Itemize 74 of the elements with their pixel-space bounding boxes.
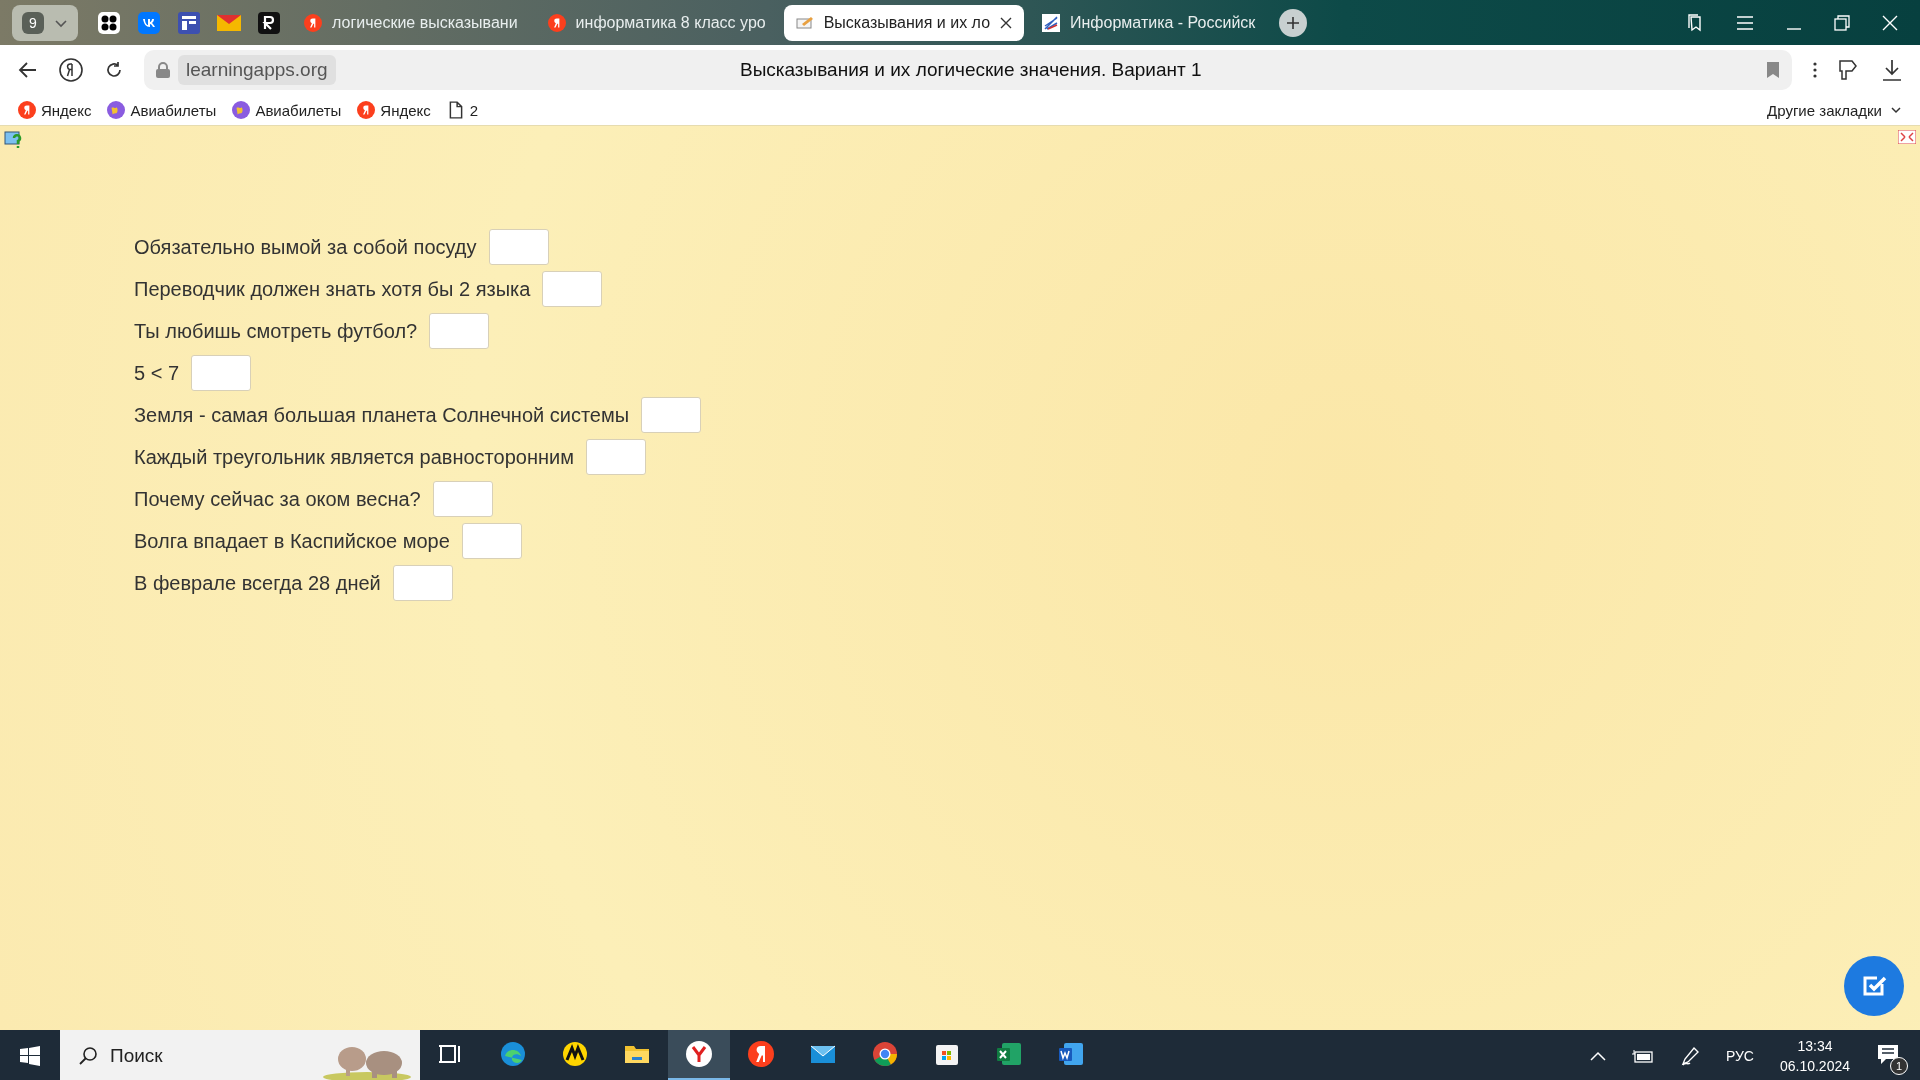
globe-icon (107, 101, 126, 119)
chevron-up-icon[interactable] (1589, 1050, 1606, 1061)
check-answers-button[interactable] (1844, 956, 1904, 1016)
yandex-icon (547, 13, 566, 32)
yandex-icon (746, 1039, 776, 1069)
bookmark-link[interactable]: Яндекс (357, 101, 431, 119)
statement-text: Обязательно вымой за собой посуду (134, 235, 477, 259)
yandex-icon (357, 101, 376, 119)
more-options-icon[interactable] (1812, 61, 1818, 79)
bookmark-link[interactable]: 2 (446, 101, 479, 119)
lock-icon (156, 62, 170, 78)
fullscreen-icon[interactable] (1898, 130, 1916, 144)
search-icon (78, 1045, 98, 1066)
tab-title: логические высказывани (332, 13, 518, 32)
statement-text: Земля - самая большая планета Солнечной системы (134, 403, 630, 427)
download-icon[interactable] (1882, 59, 1902, 81)
statement-text: В феврале всегда 28 дней (134, 571, 381, 595)
time-text: 13:34 (1797, 1037, 1833, 1054)
browser-tab[interactable]: Высказывания и их ло (783, 4, 1025, 41)
statement-text: Каждый треугольник является равносторонним (134, 445, 574, 469)
chrome-icon (870, 1039, 900, 1069)
battery-icon[interactable] (1631, 1048, 1654, 1063)
reload-icon[interactable] (104, 60, 124, 80)
taskbar-app-button[interactable] (668, 1030, 730, 1080)
globe-icon (232, 101, 251, 119)
clock[interactable]: 13:34 06.10.2024 (1779, 1037, 1850, 1074)
new-tab-button[interactable] (1279, 8, 1308, 37)
browser-tab[interactable]: Информатика - Российск (1030, 4, 1268, 41)
address-field[interactable]: learningapps.org (178, 55, 336, 85)
tab-title: Высказывания и их ло (823, 13, 991, 32)
bookmark-link[interactable]: Яндекс (18, 101, 92, 119)
bookmarks-panel-icon[interactable] (1686, 13, 1704, 32)
layout-icon[interactable] (178, 11, 200, 34)
page-title: Высказывания и их логические значения. Вариант 1 (738, 59, 1203, 81)
restore-icon[interactable] (1834, 14, 1850, 31)
language-indicator[interactable]: РУС (1725, 1047, 1754, 1064)
chevron-down-icon (1890, 104, 1902, 116)
dots-grid-icon[interactable] (98, 11, 120, 34)
statement-text: Почему сейчас за оком весна? (134, 487, 421, 511)
close-icon[interactable] (1000, 16, 1013, 29)
statement-text: 5 < 7 (134, 361, 180, 385)
notification-count: 1 (1890, 1056, 1908, 1075)
help-icon[interactable] (4, 130, 24, 150)
pen-icon[interactable] (1679, 1045, 1700, 1066)
bookmark-link[interactable]: Авиабилеты (107, 101, 217, 119)
edge-icon (498, 1039, 528, 1069)
envelope-icon[interactable] (217, 12, 241, 33)
other-bookmarks-button[interactable]: Другие закладки (1767, 101, 1902, 119)
y-browser-icon (684, 1039, 714, 1069)
tab-title: Информатика - Российск (1070, 13, 1256, 32)
windows-logo-icon (20, 1045, 40, 1066)
statement-text: Волга впадает в Каспийское море (134, 529, 450, 553)
site-logo-icon (1042, 13, 1061, 32)
statement-text: Ты любишь смотреть футбол? (134, 319, 418, 343)
bookmark-icon[interactable] (1766, 61, 1780, 79)
yandex-logo-icon[interactable] (58, 57, 84, 83)
taskbar-search-field[interactable]: Поиск (60, 1030, 420, 1080)
vk-icon[interactable] (138, 11, 160, 34)
tab-count: 9 (22, 11, 44, 34)
back-arrow-icon[interactable] (18, 60, 38, 80)
date-text: 06.10.2024 (1779, 1057, 1850, 1074)
menu-icon[interactable] (1736, 15, 1754, 30)
yandex-icon (18, 101, 36, 119)
market-icon (560, 1039, 590, 1069)
bookmark-link[interactable]: Авиабилеты (232, 101, 342, 119)
statement-text: Переводчик должен знать хотя бы 2 языка (134, 277, 531, 301)
yandex-icon (304, 13, 322, 32)
search-placeholder: Поиск (110, 1044, 163, 1067)
plus-icon (1286, 15, 1301, 30)
tab-title: информатика 8 класс уро (575, 13, 766, 32)
browser-tab[interactable]: логические высказывани (292, 4, 530, 41)
tab-list-button[interactable]: 9 (12, 4, 78, 41)
r-logo-icon[interactable] (258, 11, 280, 34)
browser-tab[interactable]: информатика 8 класс уро (535, 4, 778, 41)
